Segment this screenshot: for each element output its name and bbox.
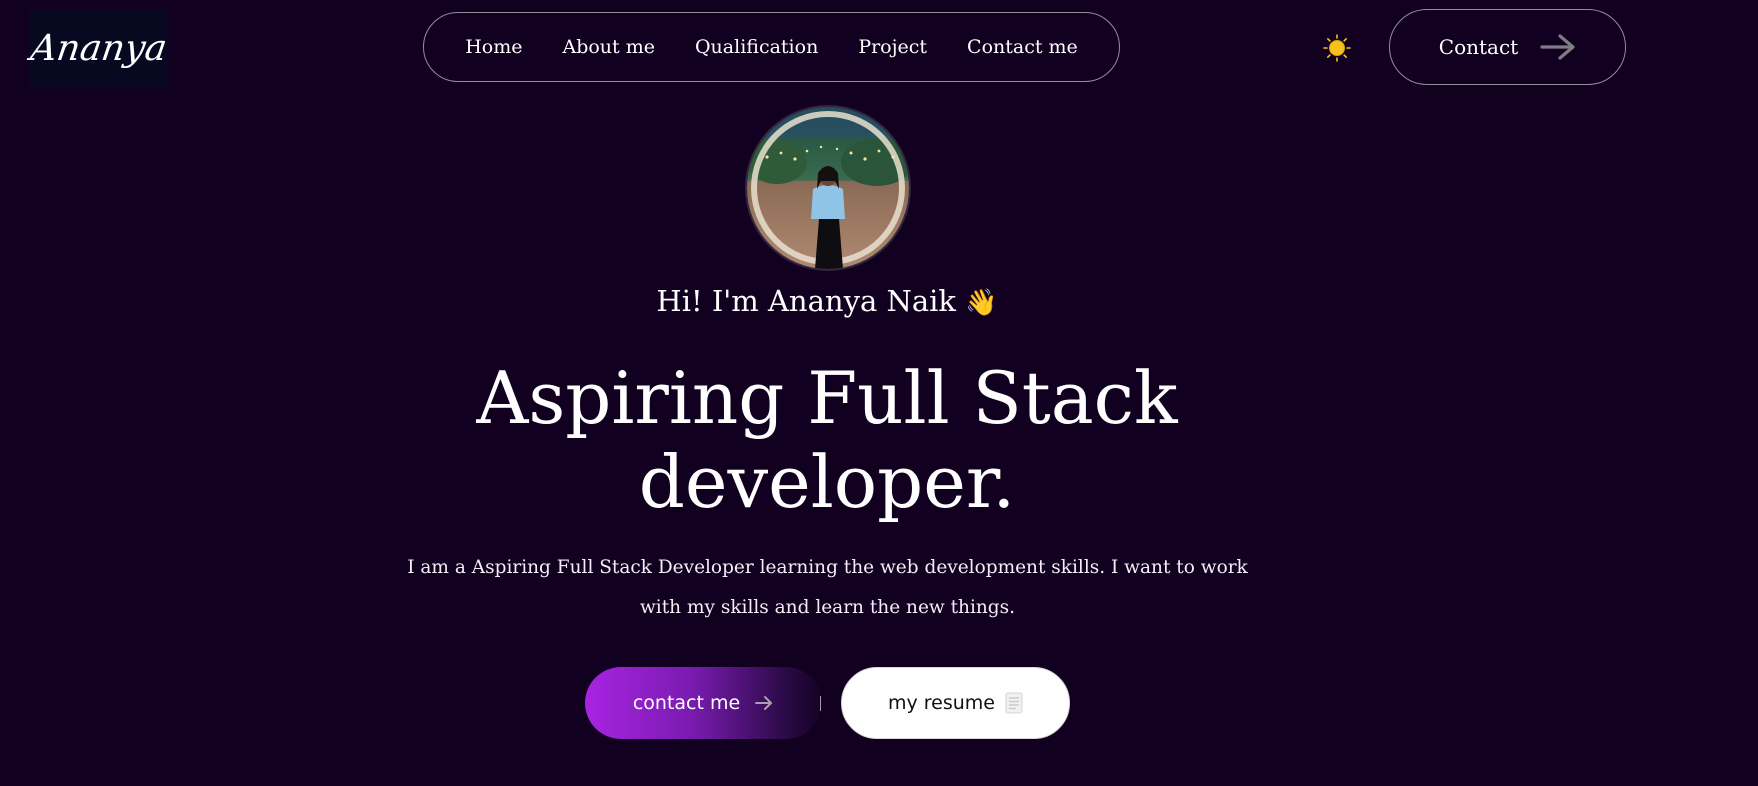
headline-line-1: Aspiring Full Stack [476,356,1178,440]
theme-toggle-button[interactable] [1322,33,1352,63]
profile-photo [747,107,909,269]
hero-description: I am a Aspiring Full Stack Developer lea… [407,557,1248,618]
contact-me-button[interactable]: contact me [585,667,822,739]
main-nav: Home About me Qualification Project Cont… [423,12,1120,82]
nav-item-about[interactable]: About me [542,36,675,58]
headline: Aspiring Full Stack developer. [427,356,1227,524]
my-resume-button[interactable]: my resume [841,667,1070,739]
arrow-right-icon [1540,34,1575,60]
sun-icon [1323,34,1351,62]
arrow-right-icon [755,696,773,710]
nav-item-home[interactable]: Home [445,36,542,58]
nav-item-project[interactable]: Project [838,36,947,58]
nav-item-qualification[interactable]: Qualification [675,36,838,58]
button-divider [820,696,821,711]
contact-button[interactable]: Contact [1389,9,1626,85]
logo-text: Ananya [28,27,170,69]
headline-line-2: developer. [638,440,1016,524]
waving-hand-icon: 👋 [965,288,998,318]
greeting-text: Hi! I'm Ananya Naik [656,284,956,318]
contact-button-label: Contact [1438,35,1519,59]
document-icon [1005,692,1023,714]
my-resume-label: my resume [887,692,995,714]
contact-me-label: contact me [632,692,741,714]
logo[interactable]: Ananya [28,9,170,87]
greeting: Hi! I'm Ananya Naik 👋 [0,284,1654,318]
nav-item-contact[interactable]: Contact me [947,36,1098,58]
